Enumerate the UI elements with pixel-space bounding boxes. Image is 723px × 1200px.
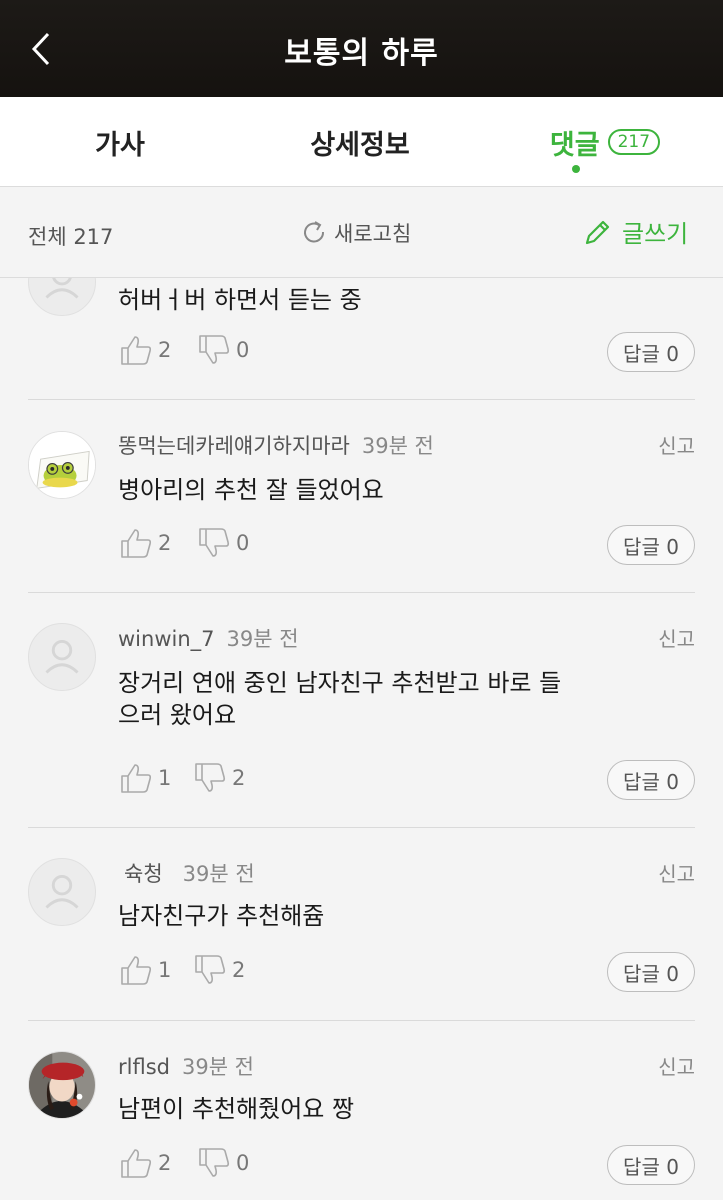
comment-author[interactable]: 슉청 xyxy=(124,862,163,886)
active-tab-indicator xyxy=(572,165,580,173)
dislike-count: 0 xyxy=(236,338,250,362)
like-count: 1 xyxy=(158,958,172,982)
like-button[interactable]: 1 xyxy=(118,760,171,796)
thumbs-up-icon xyxy=(121,1149,152,1178)
comment-item: winwin_7 39분 전 신고 장거리 연애 중인 남자친구 추천받고 바로 … xyxy=(0,593,723,828)
reply-button[interactable]: 답글 0 xyxy=(607,525,695,565)
thumbs-up-icon xyxy=(121,956,152,985)
comment-text: 남자친구가 추천해쥼 xyxy=(118,902,325,930)
like-count: 2 xyxy=(158,1151,172,1175)
default-avatar-icon xyxy=(45,875,79,909)
tab-lyrics-label: 가사 xyxy=(95,129,145,161)
avatar[interactable] xyxy=(28,1051,96,1119)
thumbs-up-icon xyxy=(121,529,152,558)
thumbs-down-icon xyxy=(199,335,230,364)
dislike-count: 0 xyxy=(236,1151,250,1175)
comment-meta: winwin_7 39분 전 xyxy=(118,623,299,653)
comment-item: rlflsd 39분 전 신고 남편이 추천해줬어요 짱 2 0 답글 0 xyxy=(0,1021,723,1200)
thumbs-down-icon xyxy=(195,955,226,984)
refresh-icon xyxy=(304,221,325,243)
reply-button[interactable]: 답글 0 xyxy=(607,760,695,800)
dislike-count: 2 xyxy=(232,766,246,790)
comment-text: 장거리 연애 중인 남자친구 추천받고 바로 들으러 왔어요 xyxy=(118,669,562,729)
like-button[interactable]: 2 xyxy=(118,1145,171,1181)
avatar[interactable] xyxy=(28,431,96,499)
like-button[interactable]: 2 xyxy=(118,525,171,561)
comment-time: 39분 전 xyxy=(182,862,255,886)
dislike-button[interactable]: 0 xyxy=(196,332,249,368)
like-count: 2 xyxy=(158,338,172,362)
comment-text: 남편이 추천해줬어요 짱 xyxy=(118,1095,355,1123)
dislike-button[interactable]: 0 xyxy=(196,1145,249,1181)
comment-meta: 똥먹는데카레얘기하지마라 39분 전 xyxy=(118,430,434,460)
comment-time: 39분 전 xyxy=(361,434,434,458)
like-button[interactable]: 1 xyxy=(118,952,171,988)
comment-text: 허버ㅓ버 하면서 듣는 중 xyxy=(118,286,362,314)
comment-meta: rlflsd 39분 전 xyxy=(118,1051,254,1081)
page-title: 보통의 하루 xyxy=(284,36,439,71)
report-button[interactable]: 신고 xyxy=(658,1051,695,1080)
pencil-icon xyxy=(585,220,610,244)
report-button[interactable]: 신고 xyxy=(658,858,695,887)
report-button[interactable]: 신고 xyxy=(658,430,695,459)
thumbs-down-icon xyxy=(199,1148,230,1177)
tab-comments[interactable]: 댓글 217 xyxy=(530,97,680,187)
refresh-button[interactable]: 새로고침 xyxy=(300,218,411,248)
like-count: 2 xyxy=(158,531,172,555)
reply-button[interactable]: 답글 0 xyxy=(607,952,695,992)
avatar[interactable] xyxy=(28,278,96,316)
write-button[interactable]: 글쓰기 xyxy=(582,214,688,249)
thumbs-up-icon xyxy=(121,336,152,365)
comment-item: 똥먹는데카레얘기하지마라 39분 전 신고 병아리의 추천 잘 들었어요 2 0 … xyxy=(0,400,723,593)
avatar[interactable] xyxy=(28,623,96,691)
top-bar: 보통의 하루 xyxy=(0,0,723,97)
thumbs-down-icon xyxy=(195,763,226,792)
comment-author[interactable]: 똥먹는데카레얘기하지마라 xyxy=(118,434,350,458)
comment-author[interactable]: rlflsd xyxy=(118,1055,170,1079)
dislike-button[interactable]: 2 xyxy=(192,760,245,796)
avatar[interactable] xyxy=(28,858,96,926)
thumbs-down-icon xyxy=(199,528,230,557)
tab-info[interactable]: 상세정보 xyxy=(290,97,430,187)
frog-avatar-icon xyxy=(29,432,95,498)
comment-meta: 슉청 39분 전 xyxy=(124,858,255,888)
report-button[interactable]: 신고 xyxy=(658,623,695,652)
dislike-button[interactable]: 2 xyxy=(192,952,245,988)
tab-lyrics[interactable]: 가사 xyxy=(60,97,180,187)
like-button[interactable]: 2 xyxy=(118,332,171,368)
comment-list: 허버ㅓ버 하면서 듣는 중 2 0 답글 0 똥먹는데카레얘기하지마라 39분 … xyxy=(0,278,723,1200)
comments-count-badge: 217 xyxy=(607,129,661,155)
comment-toolbar: 전체 217 새로고침 글쓰기 xyxy=(0,188,723,278)
comment-text: 병아리의 추천 잘 들었어요 xyxy=(118,476,384,504)
comment-time: 39분 전 xyxy=(181,1055,255,1079)
tab-comments-label: 댓글 xyxy=(549,129,600,161)
comment-time: 39분 전 xyxy=(226,627,299,651)
thumbs-up-icon xyxy=(121,764,152,793)
dislike-count: 2 xyxy=(232,958,246,982)
comment-item: 허버ㅓ버 하면서 듣는 중 2 0 답글 0 xyxy=(0,278,723,398)
photo-avatar-icon xyxy=(29,1052,95,1118)
dislike-button[interactable]: 0 xyxy=(196,525,249,561)
like-count: 1 xyxy=(158,766,172,790)
write-label: 글쓰기 xyxy=(622,220,689,248)
comment-author[interactable]: winwin_7 xyxy=(118,627,215,651)
tab-info-label: 상세정보 xyxy=(310,129,410,161)
reply-button[interactable]: 답글 0 xyxy=(607,1145,695,1185)
default-avatar-icon xyxy=(45,640,79,674)
default-avatar-icon xyxy=(45,278,79,299)
dislike-count: 0 xyxy=(236,531,250,555)
refresh-label: 새로고침 xyxy=(334,222,412,246)
comment-item: 슉청 39분 전 신고 남자친구가 추천해쥼 1 2 답글 0 xyxy=(0,828,723,1021)
total-count: 전체 217 xyxy=(28,225,114,249)
reply-button[interactable]: 답글 0 xyxy=(607,332,695,372)
tab-bar: 가사 상세정보 댓글 217 xyxy=(0,97,723,187)
